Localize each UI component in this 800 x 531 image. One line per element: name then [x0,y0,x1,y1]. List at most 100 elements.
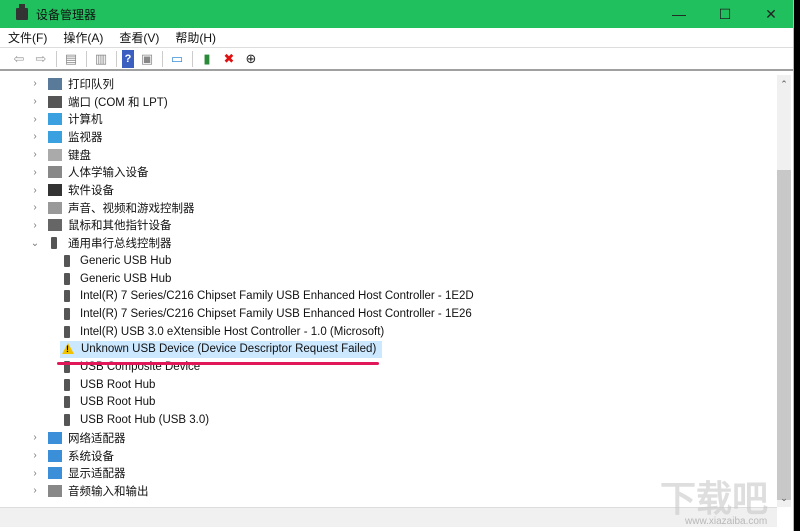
category-item[interactable]: › 网络适配器 [30,429,126,447]
back-icon[interactable]: ⇦ [10,50,28,68]
device-item[interactable]: Intel(R) 7 Series/C216 Chipset Family US… [60,287,480,305]
item-label: 计算机 [68,114,103,127]
category-item[interactable]: › 计算机 [30,110,103,128]
device-item[interactable]: USB Root Hub (USB 3.0) [60,411,215,429]
category-item[interactable]: › 监视器 [30,128,103,146]
chevron-right-icon[interactable]: › [30,432,40,443]
hid-icon [48,166,62,179]
category-item[interactable]: › 键盘 [30,146,91,164]
minimize-button[interactable]: — [656,0,702,28]
item-label: Intel(R) 7 Series/C216 Chipset Family US… [80,307,472,320]
separator [86,51,87,67]
device-item[interactable]: USB Root Hub [60,376,161,394]
help-icon[interactable]: ? [122,50,134,68]
device-item[interactable]: USB Composite Device [60,358,206,376]
item-label: 监视器 [68,131,103,144]
device-item[interactable]: Intel(R) 7 Series/C216 Chipset Family US… [60,305,478,323]
chevron-right-icon[interactable]: › [30,114,40,125]
audio-icon [48,484,62,497]
properties-icon[interactable]: ▤ [62,50,80,68]
chevron-right-icon[interactable]: › [30,485,40,496]
separator [116,51,117,67]
category-item[interactable]: › 鼠标和其他指针设备 [30,217,172,235]
window-title: 设备管理器 [36,7,97,22]
warning-icon [62,343,74,355]
category-item[interactable]: › 软件设备 [30,181,114,199]
item-label: USB Root Hub (USB 3.0) [80,414,210,427]
chevron-right-icon[interactable]: › [30,149,40,160]
scan-monitor-icon[interactable]: ▭ [168,50,186,68]
chevron-right-icon[interactable]: › [30,450,40,461]
chevron-right-icon[interactable]: › [30,220,40,231]
usb-icon [64,378,70,391]
action-icon[interactable]: ▣ [138,50,156,68]
usb-icon [64,307,70,320]
menu-action[interactable]: 操作(A) [55,29,111,46]
item-label: 人体学输入设备 [68,167,149,180]
scroll-down-icon[interactable]: ⌄ [777,493,791,504]
separator [192,51,193,67]
item-label: 鼠标和其他指针设备 [68,220,172,233]
item-label: 音频输入和输出 [68,485,149,498]
device-item[interactable]: Generic USB Hub [60,252,177,270]
vertical-scrollbar[interactable]: ⌃ ⌄ [777,75,791,507]
item-label: USB Root Hub [80,396,156,409]
maximize-button[interactable]: ☐ [702,0,748,28]
device-item[interactable]: Intel(R) USB 3.0 eXtensible Host Control… [60,323,390,341]
forward-icon[interactable]: ⇨ [32,50,50,68]
category-item[interactable]: › 系统设备 [30,447,114,465]
title-bar: 设备管理器 — ☐ ✕ [0,0,793,28]
item-label: 打印队列 [68,78,114,91]
device-item[interactable]: Unknown USB Device (Device Descriptor Re… [60,340,383,359]
close-button[interactable]: ✕ [748,0,794,28]
category-item[interactable]: › 显示适配器 [30,464,126,482]
category-item[interactable]: › 端口 (COM 和 LPT) [30,93,168,111]
usb-icon [64,254,70,267]
chevron-right-icon[interactable]: › [30,96,40,107]
chevron-right-icon[interactable]: › [30,78,40,89]
device-item[interactable]: USB Root Hub [60,394,161,412]
scrollbar-thumb[interactable] [777,170,791,500]
watermark-logo: 下载吧 [660,478,769,519]
usb-icon [51,237,57,250]
chevron-right-icon[interactable]: › [30,202,40,213]
display-icon [48,467,62,480]
item-label: 软件设备 [68,185,114,198]
separator [56,51,57,67]
menu-file[interactable]: 文件(F) [0,29,55,46]
printer-icon [48,77,62,90]
category-item[interactable]: › 音频输入和输出 [30,482,149,500]
usb-icon [64,272,70,285]
uninstall-icon[interactable]: ✖ [220,50,238,68]
disable-icon[interactable]: ⊕ [242,50,260,68]
software-icon [48,184,62,197]
item-label: 显示适配器 [68,468,126,481]
chevron-right-icon[interactable]: › [30,131,40,142]
keyboard-icon [48,148,62,161]
toolbar: ⇦ ⇨ ▤ ▥ ? ▣ ▭ ▮ ✖ ⊕ [0,49,793,71]
menu-help[interactable]: 帮助(H) [167,29,224,46]
view-icon[interactable]: ▥ [92,50,110,68]
usb-icon [64,396,70,409]
chevron-right-icon[interactable]: › [30,167,40,178]
category-item[interactable]: › 人体学输入设备 [30,164,149,182]
menu-bar: 文件(F) 操作(A) 查看(V) 帮助(H) [0,28,793,48]
chevron-right-icon[interactable]: › [30,468,40,479]
update-driver-icon[interactable]: ▮ [198,50,216,68]
category-item[interactable]: ⌄ 通用串行总线控制器 [30,234,172,252]
usb-icon [64,325,70,338]
system-icon [48,449,62,462]
device-item[interactable]: Generic USB Hub [60,270,177,288]
chevron-down-icon[interactable]: ⌄ [30,238,40,249]
item-label: USB Root Hub [80,378,156,391]
chevron-right-icon[interactable]: › [30,185,40,196]
usb-icon [64,414,70,427]
item-label: Intel(R) 7 Series/C216 Chipset Family US… [80,290,474,303]
category-item[interactable]: › 声音、视频和游戏控制器 [30,199,195,217]
usb-icon [64,290,70,303]
menu-view[interactable]: 查看(V) [111,29,167,46]
item-label: 网络适配器 [68,432,126,445]
item-label: 键盘 [68,149,91,162]
category-item[interactable]: › 打印队列 [30,75,114,93]
scroll-up-icon[interactable]: ⌃ [777,79,791,90]
